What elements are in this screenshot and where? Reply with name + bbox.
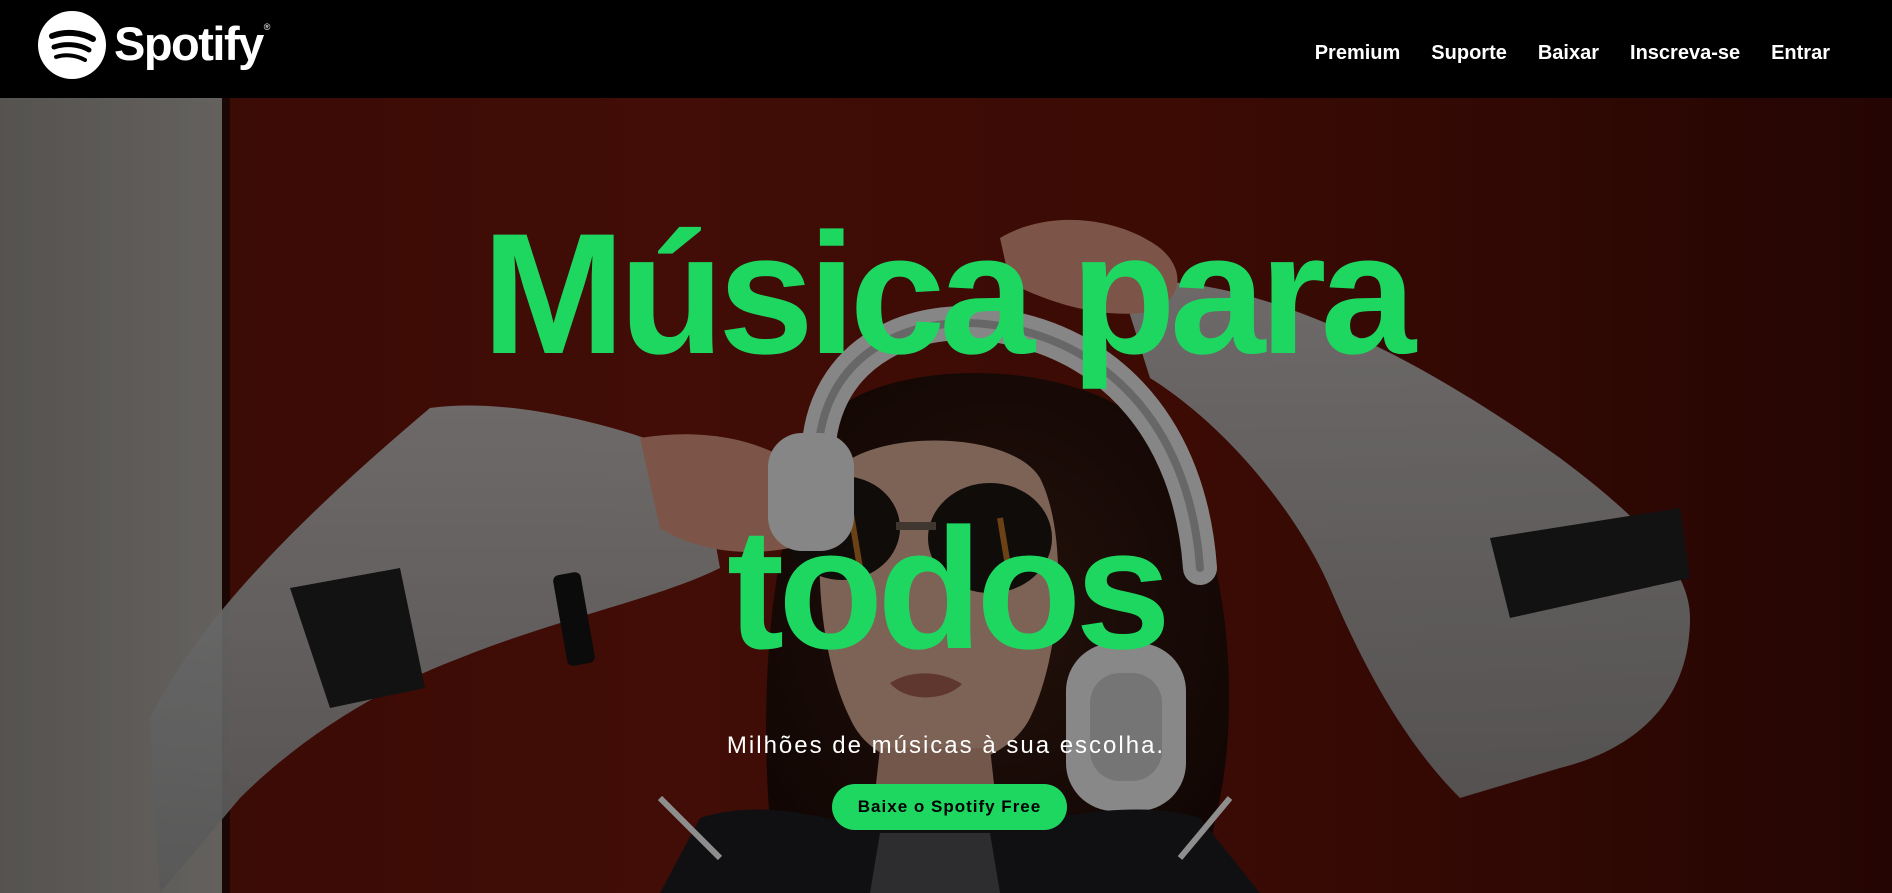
top-navbar: Spotify ® Premium Suporte Baixar Inscrev…	[0, 0, 1892, 98]
hero-title-line-1: Música para	[481, 198, 1416, 390]
logo-wordmark: Spotify	[114, 16, 264, 70]
spotify-logo-icon	[38, 11, 106, 79]
nav-link-entrar[interactable]: Entrar	[1771, 42, 1830, 65]
registered-mark: ®	[263, 22, 271, 32]
nav-link-premium[interactable]: Premium	[1315, 42, 1401, 65]
page: Spotify ® Premium Suporte Baixar Inscrev…	[0, 0, 1892, 893]
download-spotify-free-button[interactable]: Baixe o Spotify Free	[832, 784, 1067, 830]
hero-subtitle: Milhões de músicas à sua escolha.	[726, 732, 1166, 759]
hero-title-line-2: todos	[726, 493, 1171, 685]
nav-link-suporte[interactable]: Suporte	[1431, 42, 1507, 65]
nav-link-inscreva-se[interactable]: Inscreva-se	[1630, 42, 1740, 65]
spotify-logo[interactable]: Spotify ®	[38, 11, 270, 79]
nav-link-baixar[interactable]: Baixar	[1538, 42, 1599, 65]
main-nav: Premium Suporte Baixar Inscreva-se Entra…	[1284, 0, 1830, 106]
hero-section: Música para todos Milhões de músicas à s…	[0, 98, 1892, 893]
